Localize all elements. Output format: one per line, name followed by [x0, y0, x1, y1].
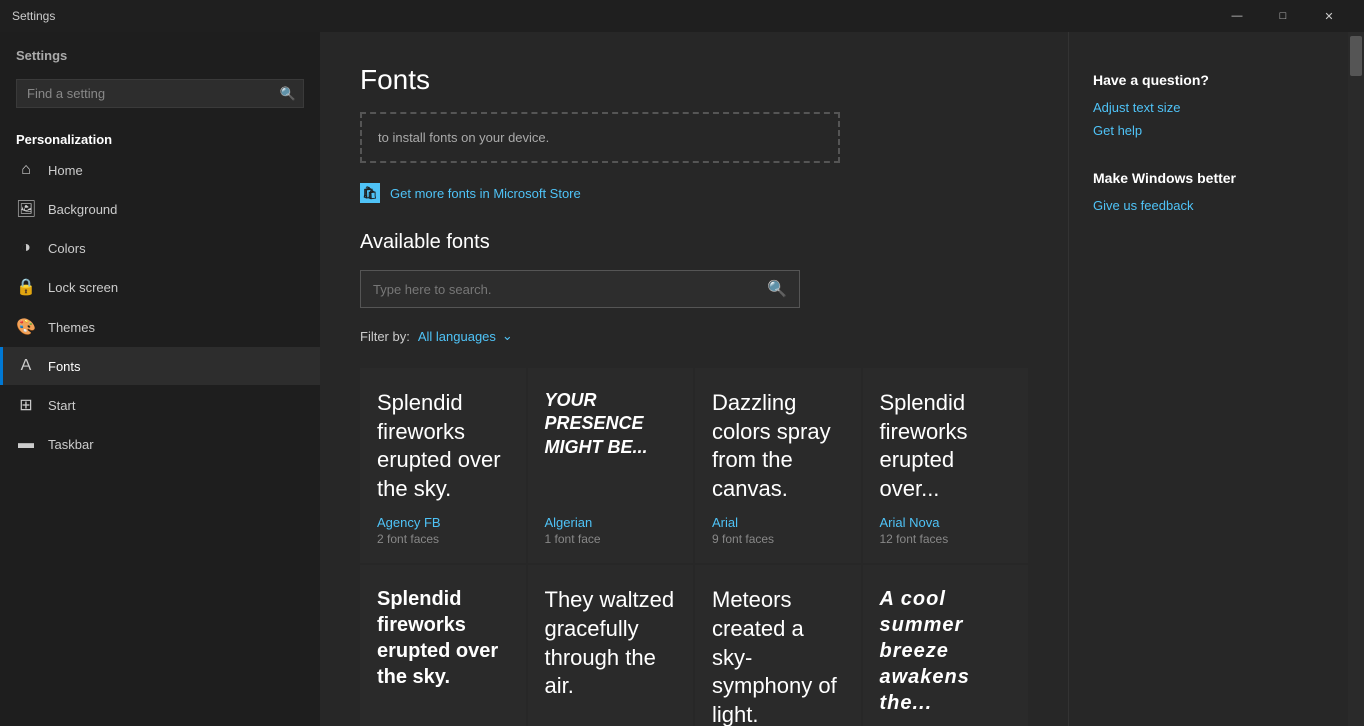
store-icon: 🛍: [360, 183, 380, 203]
filter-label: Filter by:: [360, 329, 410, 344]
sidebar-item-taskbar[interactable]: ▬ Taskbar: [0, 425, 320, 463]
minimize-button[interactable]: —: [1214, 0, 1260, 32]
sidebar-item-fonts[interactable]: A Fonts: [0, 347, 320, 385]
adjust-text-link[interactable]: Adjust text size: [1093, 100, 1324, 115]
search-input[interactable]: [16, 79, 304, 108]
font-preview: Splendid fireworks erupted over the sky.: [377, 586, 509, 726]
app-body: Settings 🔍 Personalization ⌂ Home 🖼 Back…: [0, 32, 1364, 726]
font-card-bauhaus[interactable]: A cool summer breeze awakens the... Bauh…: [863, 565, 1029, 726]
font-search-box: 🔍: [360, 270, 800, 308]
page-title: Fonts: [360, 64, 1028, 96]
font-card-arial-nova[interactable]: Splendid fireworks erupted over... Arial…: [863, 368, 1029, 563]
background-icon: 🖼: [16, 199, 36, 219]
font-preview: A cool summer breeze awakens the...: [880, 586, 1012, 726]
sidebar-item-background[interactable]: 🖼 Background: [0, 189, 320, 229]
sidebar-item-label: Themes: [48, 320, 95, 335]
sidebar-app-title: Settings: [0, 32, 320, 71]
font-preview: Splendid fireworks erupted over...: [880, 389, 1012, 503]
ms-store-link[interactable]: 🛍 Get more fonts in Microsoft Store: [360, 183, 1028, 203]
themes-icon: 🎨: [16, 317, 36, 337]
sidebar-item-label: Start: [48, 398, 75, 413]
nav-items-container: ⌂ Home 🖼 Background ◑ Colors 🔒 Lock scre…: [0, 151, 320, 463]
sidebar-item-label: Home: [48, 163, 83, 178]
fonts-icon: A: [16, 357, 36, 375]
chevron-down-icon: ⌄: [502, 328, 513, 344]
font-preview: Meteors created a sky-symphony of light.: [712, 586, 844, 726]
search-icon: 🔍: [280, 86, 296, 102]
maximize-button[interactable]: □: [1260, 0, 1306, 32]
filter-bar: Filter by: All languages ⌄: [360, 328, 1028, 344]
font-preview: Splendid fireworks erupted over the sky.: [377, 389, 509, 503]
font-preview: YOUR PRESENCE MIGHT BE...: [545, 389, 677, 503]
drop-zone-text: to install fonts on your device.: [378, 130, 549, 145]
close-button[interactable]: ✕: [1306, 0, 1352, 32]
start-icon: ⊞: [16, 395, 36, 415]
font-faces: 2 font faces: [377, 532, 509, 546]
sidebar-item-home[interactable]: ⌂ Home: [0, 151, 320, 189]
font-card-bahnschrift[interactable]: They waltzed gracefully through the air.…: [528, 565, 694, 726]
font-name: Arial Nova: [880, 515, 1012, 530]
font-preview: Dazzling colors spray from the canvas.: [712, 389, 844, 503]
feedback-section: Make Windows better Give us feedback: [1093, 170, 1324, 213]
sidebar-item-label: Fonts: [48, 359, 81, 374]
font-faces: 9 font faces: [712, 532, 844, 546]
sidebar-item-label: Background: [48, 202, 117, 217]
drop-zone: to install fonts on your device.: [360, 112, 840, 163]
font-faces: 12 font faces: [880, 532, 1012, 546]
title-bar-title: Settings: [12, 9, 1214, 23]
font-card-arial[interactable]: Dazzling colors spray from the canvas. A…: [695, 368, 861, 563]
sidebar-item-start[interactable]: ⊞ Start: [0, 385, 320, 425]
title-bar: Settings — □ ✕: [0, 0, 1364, 32]
give-feedback-link[interactable]: Give us feedback: [1093, 198, 1324, 213]
font-grid: Splendid fireworks erupted over the sky.…: [360, 368, 1028, 726]
main-content: Fonts to install fonts on your device. 🛍…: [320, 32, 1068, 726]
font-preview: They waltzed gracefully through the air.: [545, 586, 677, 726]
sidebar: Settings 🔍 Personalization ⌂ Home 🖼 Back…: [0, 32, 320, 726]
font-name: Agency FB: [377, 515, 509, 530]
window-scrollbar[interactable]: [1348, 32, 1364, 726]
colors-icon: ◑: [16, 239, 36, 257]
font-card-baskerville[interactable]: Meteors created a sky-symphony of light.…: [695, 565, 861, 726]
get-help-link[interactable]: Get help: [1093, 123, 1324, 138]
title-bar-controls: — □ ✕: [1214, 0, 1352, 32]
section-label: Personalization: [0, 124, 320, 151]
filter-dropdown[interactable]: All languages ⌄: [418, 328, 513, 344]
question-heading: Have a question?: [1093, 72, 1324, 88]
available-fonts-title: Available fonts: [360, 231, 1028, 254]
search-box: 🔍: [16, 79, 304, 108]
home-icon: ⌂: [16, 161, 36, 179]
font-card-arial-rounded[interactable]: Splendid fireworks erupted over the sky.…: [360, 565, 526, 726]
font-search-icon[interactable]: 🔍: [755, 271, 799, 307]
scrollbar-thumb: [1350, 36, 1362, 76]
font-name: Arial: [712, 515, 844, 530]
taskbar-icon: ▬: [16, 435, 36, 453]
font-card-agency-fb[interactable]: Splendid fireworks erupted over the sky.…: [360, 368, 526, 563]
sidebar-item-themes[interactable]: 🎨 Themes: [0, 307, 320, 347]
have-a-question-section: Have a question? Adjust text size Get he…: [1093, 72, 1324, 138]
ms-store-label: Get more fonts in Microsoft Store: [390, 186, 581, 201]
lock-screen-icon: 🔒: [16, 277, 36, 297]
font-search-input[interactable]: [361, 274, 755, 305]
sidebar-item-colors[interactable]: ◑ Colors: [0, 229, 320, 267]
right-panel: Have a question? Adjust text size Get he…: [1068, 32, 1348, 726]
sidebar-item-label: Lock screen: [48, 280, 118, 295]
font-card-algerian[interactable]: YOUR PRESENCE MIGHT BE... Algerian 1 fon…: [528, 368, 694, 563]
font-faces: 1 font face: [545, 532, 677, 546]
font-name: Algerian: [545, 515, 677, 530]
sidebar-item-label: Taskbar: [48, 437, 94, 452]
feedback-heading: Make Windows better: [1093, 170, 1324, 186]
sidebar-item-lock-screen[interactable]: 🔒 Lock screen: [0, 267, 320, 307]
filter-value: All languages: [418, 329, 496, 344]
sidebar-item-label: Colors: [48, 241, 86, 256]
